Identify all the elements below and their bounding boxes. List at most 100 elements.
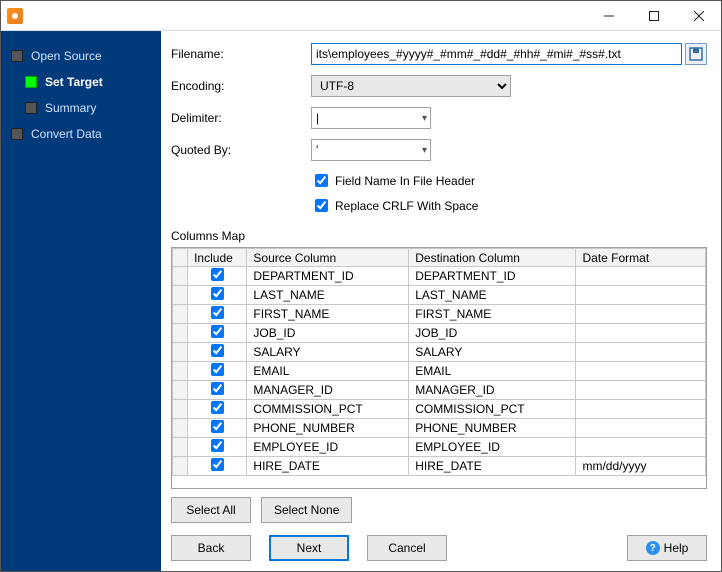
row-handle[interactable] <box>173 457 188 476</box>
source-column-cell[interactable]: JOB_ID <box>247 324 409 343</box>
include-checkbox[interactable] <box>211 325 224 338</box>
table-row[interactable]: JOB_IDJOB_ID <box>173 324 706 343</box>
step-open-source[interactable]: Open Source <box>1 43 161 69</box>
row-handle[interactable] <box>173 305 188 324</box>
include-checkbox[interactable] <box>211 268 224 281</box>
date-format-cell[interactable] <box>576 324 706 343</box>
table-row[interactable]: DEPARTMENT_IDDEPARTMENT_ID <box>173 267 706 286</box>
next-button[interactable]: Next <box>269 535 349 561</box>
col-header-dateformat[interactable]: Date Format <box>576 249 706 267</box>
app-window: Open Source Set Target Summary Convert D… <box>0 0 722 572</box>
delimiter-input[interactable] <box>311 107 431 129</box>
table-row[interactable]: SALARYSALARY <box>173 343 706 362</box>
source-column-cell[interactable]: COMMISSION_PCT <box>247 400 409 419</box>
table-row[interactable]: HIRE_DATEHIRE_DATEmm/dd/yyyy <box>173 457 706 476</box>
include-checkbox[interactable] <box>211 420 224 433</box>
source-column-cell[interactable]: DEPARTMENT_ID <box>247 267 409 286</box>
row-handle[interactable] <box>173 362 188 381</box>
col-header-source[interactable]: Source Column <box>247 249 409 267</box>
destination-column-cell[interactable]: PHONE_NUMBER <box>409 419 576 438</box>
destination-column-cell[interactable]: SALARY <box>409 343 576 362</box>
table-row[interactable]: MANAGER_IDMANAGER_ID <box>173 381 706 400</box>
source-column-cell[interactable]: LAST_NAME <box>247 286 409 305</box>
source-column-cell[interactable]: MANAGER_ID <box>247 381 409 400</box>
close-button[interactable] <box>676 1 721 30</box>
app-icon <box>7 8 23 24</box>
include-checkbox[interactable] <box>211 363 224 376</box>
replace-crlf-label: Replace CRLF With Space <box>335 199 478 213</box>
include-checkbox[interactable] <box>211 287 224 300</box>
step-box-icon <box>25 102 37 114</box>
row-handle[interactable] <box>173 381 188 400</box>
table-row[interactable]: LAST_NAMELAST_NAME <box>173 286 706 305</box>
date-format-cell[interactable] <box>576 267 706 286</box>
maximize-button[interactable] <box>631 1 676 30</box>
columns-map-grid[interactable]: Include Source Column Destination Column… <box>171 247 707 489</box>
filename-input[interactable] <box>311 43 682 65</box>
field-name-header-checkbox[interactable] <box>315 174 328 187</box>
row-handle[interactable] <box>173 419 188 438</box>
include-checkbox[interactable] <box>211 458 224 471</box>
destination-column-cell[interactable]: LAST_NAME <box>409 286 576 305</box>
cancel-button[interactable]: Cancel <box>367 535 447 561</box>
source-column-cell[interactable]: FIRST_NAME <box>247 305 409 324</box>
titlebar <box>1 1 721 31</box>
table-row[interactable]: COMMISSION_PCTCOMMISSION_PCT <box>173 400 706 419</box>
date-format-cell[interactable] <box>576 305 706 324</box>
include-checkbox[interactable] <box>211 401 224 414</box>
replace-crlf-checkbox[interactable] <box>315 199 328 212</box>
include-checkbox[interactable] <box>211 439 224 452</box>
help-button[interactable]: ? Help <box>627 535 707 561</box>
table-row[interactable]: PHONE_NUMBERPHONE_NUMBER <box>173 419 706 438</box>
date-format-cell[interactable] <box>576 419 706 438</box>
date-format-cell[interactable] <box>576 343 706 362</box>
encoding-select[interactable]: UTF-8 <box>311 75 511 97</box>
date-format-cell[interactable] <box>576 362 706 381</box>
date-format-cell[interactable] <box>576 286 706 305</box>
destination-column-cell[interactable]: MANAGER_ID <box>409 381 576 400</box>
row-handle[interactable] <box>173 267 188 286</box>
source-column-cell[interactable]: SALARY <box>247 343 409 362</box>
row-handle[interactable] <box>173 400 188 419</box>
quotedby-input[interactable] <box>311 139 431 161</box>
filename-label: Filename: <box>171 47 311 61</box>
main-panel: Filename: Encoding: UTF-8 Delimiter: ▾ <box>161 31 721 571</box>
step-convert-data[interactable]: Convert Data <box>1 121 161 147</box>
col-header-destination[interactable]: Destination Column <box>409 249 576 267</box>
row-handle[interactable] <box>173 438 188 457</box>
date-format-cell[interactable] <box>576 400 706 419</box>
source-column-cell[interactable]: PHONE_NUMBER <box>247 419 409 438</box>
minimize-button[interactable] <box>586 1 631 30</box>
step-summary[interactable]: Summary <box>15 95 161 121</box>
step-label: Summary <box>45 101 96 115</box>
source-column-cell[interactable]: HIRE_DATE <box>247 457 409 476</box>
destination-column-cell[interactable]: EMPLOYEE_ID <box>409 438 576 457</box>
date-format-cell[interactable] <box>576 438 706 457</box>
source-column-cell[interactable]: EMAIL <box>247 362 409 381</box>
destination-column-cell[interactable]: FIRST_NAME <box>409 305 576 324</box>
table-row[interactable]: EMAILEMAIL <box>173 362 706 381</box>
row-handle[interactable] <box>173 324 188 343</box>
include-checkbox[interactable] <box>211 344 224 357</box>
destination-column-cell[interactable]: DEPARTMENT_ID <box>409 267 576 286</box>
include-checkbox[interactable] <box>211 382 224 395</box>
destination-column-cell[interactable]: JOB_ID <box>409 324 576 343</box>
browse-file-button[interactable] <box>685 43 707 65</box>
row-handle[interactable] <box>173 286 188 305</box>
destination-column-cell[interactable]: EMAIL <box>409 362 576 381</box>
step-set-target[interactable]: Set Target <box>15 69 161 95</box>
back-button[interactable]: Back <box>171 535 251 561</box>
col-header-include[interactable]: Include <box>188 249 247 267</box>
table-row[interactable]: FIRST_NAMEFIRST_NAME <box>173 305 706 324</box>
select-all-button[interactable]: Select All <box>171 497 251 523</box>
source-column-cell[interactable]: EMPLOYEE_ID <box>247 438 409 457</box>
date-format-cell[interactable] <box>576 381 706 400</box>
select-none-button[interactable]: Select None <box>261 497 352 523</box>
row-handle[interactable] <box>173 343 188 362</box>
step-box-icon <box>11 50 23 62</box>
date-format-cell[interactable]: mm/dd/yyyy <box>576 457 706 476</box>
table-row[interactable]: EMPLOYEE_IDEMPLOYEE_ID <box>173 438 706 457</box>
destination-column-cell[interactable]: HIRE_DATE <box>409 457 576 476</box>
include-checkbox[interactable] <box>211 306 224 319</box>
destination-column-cell[interactable]: COMMISSION_PCT <box>409 400 576 419</box>
